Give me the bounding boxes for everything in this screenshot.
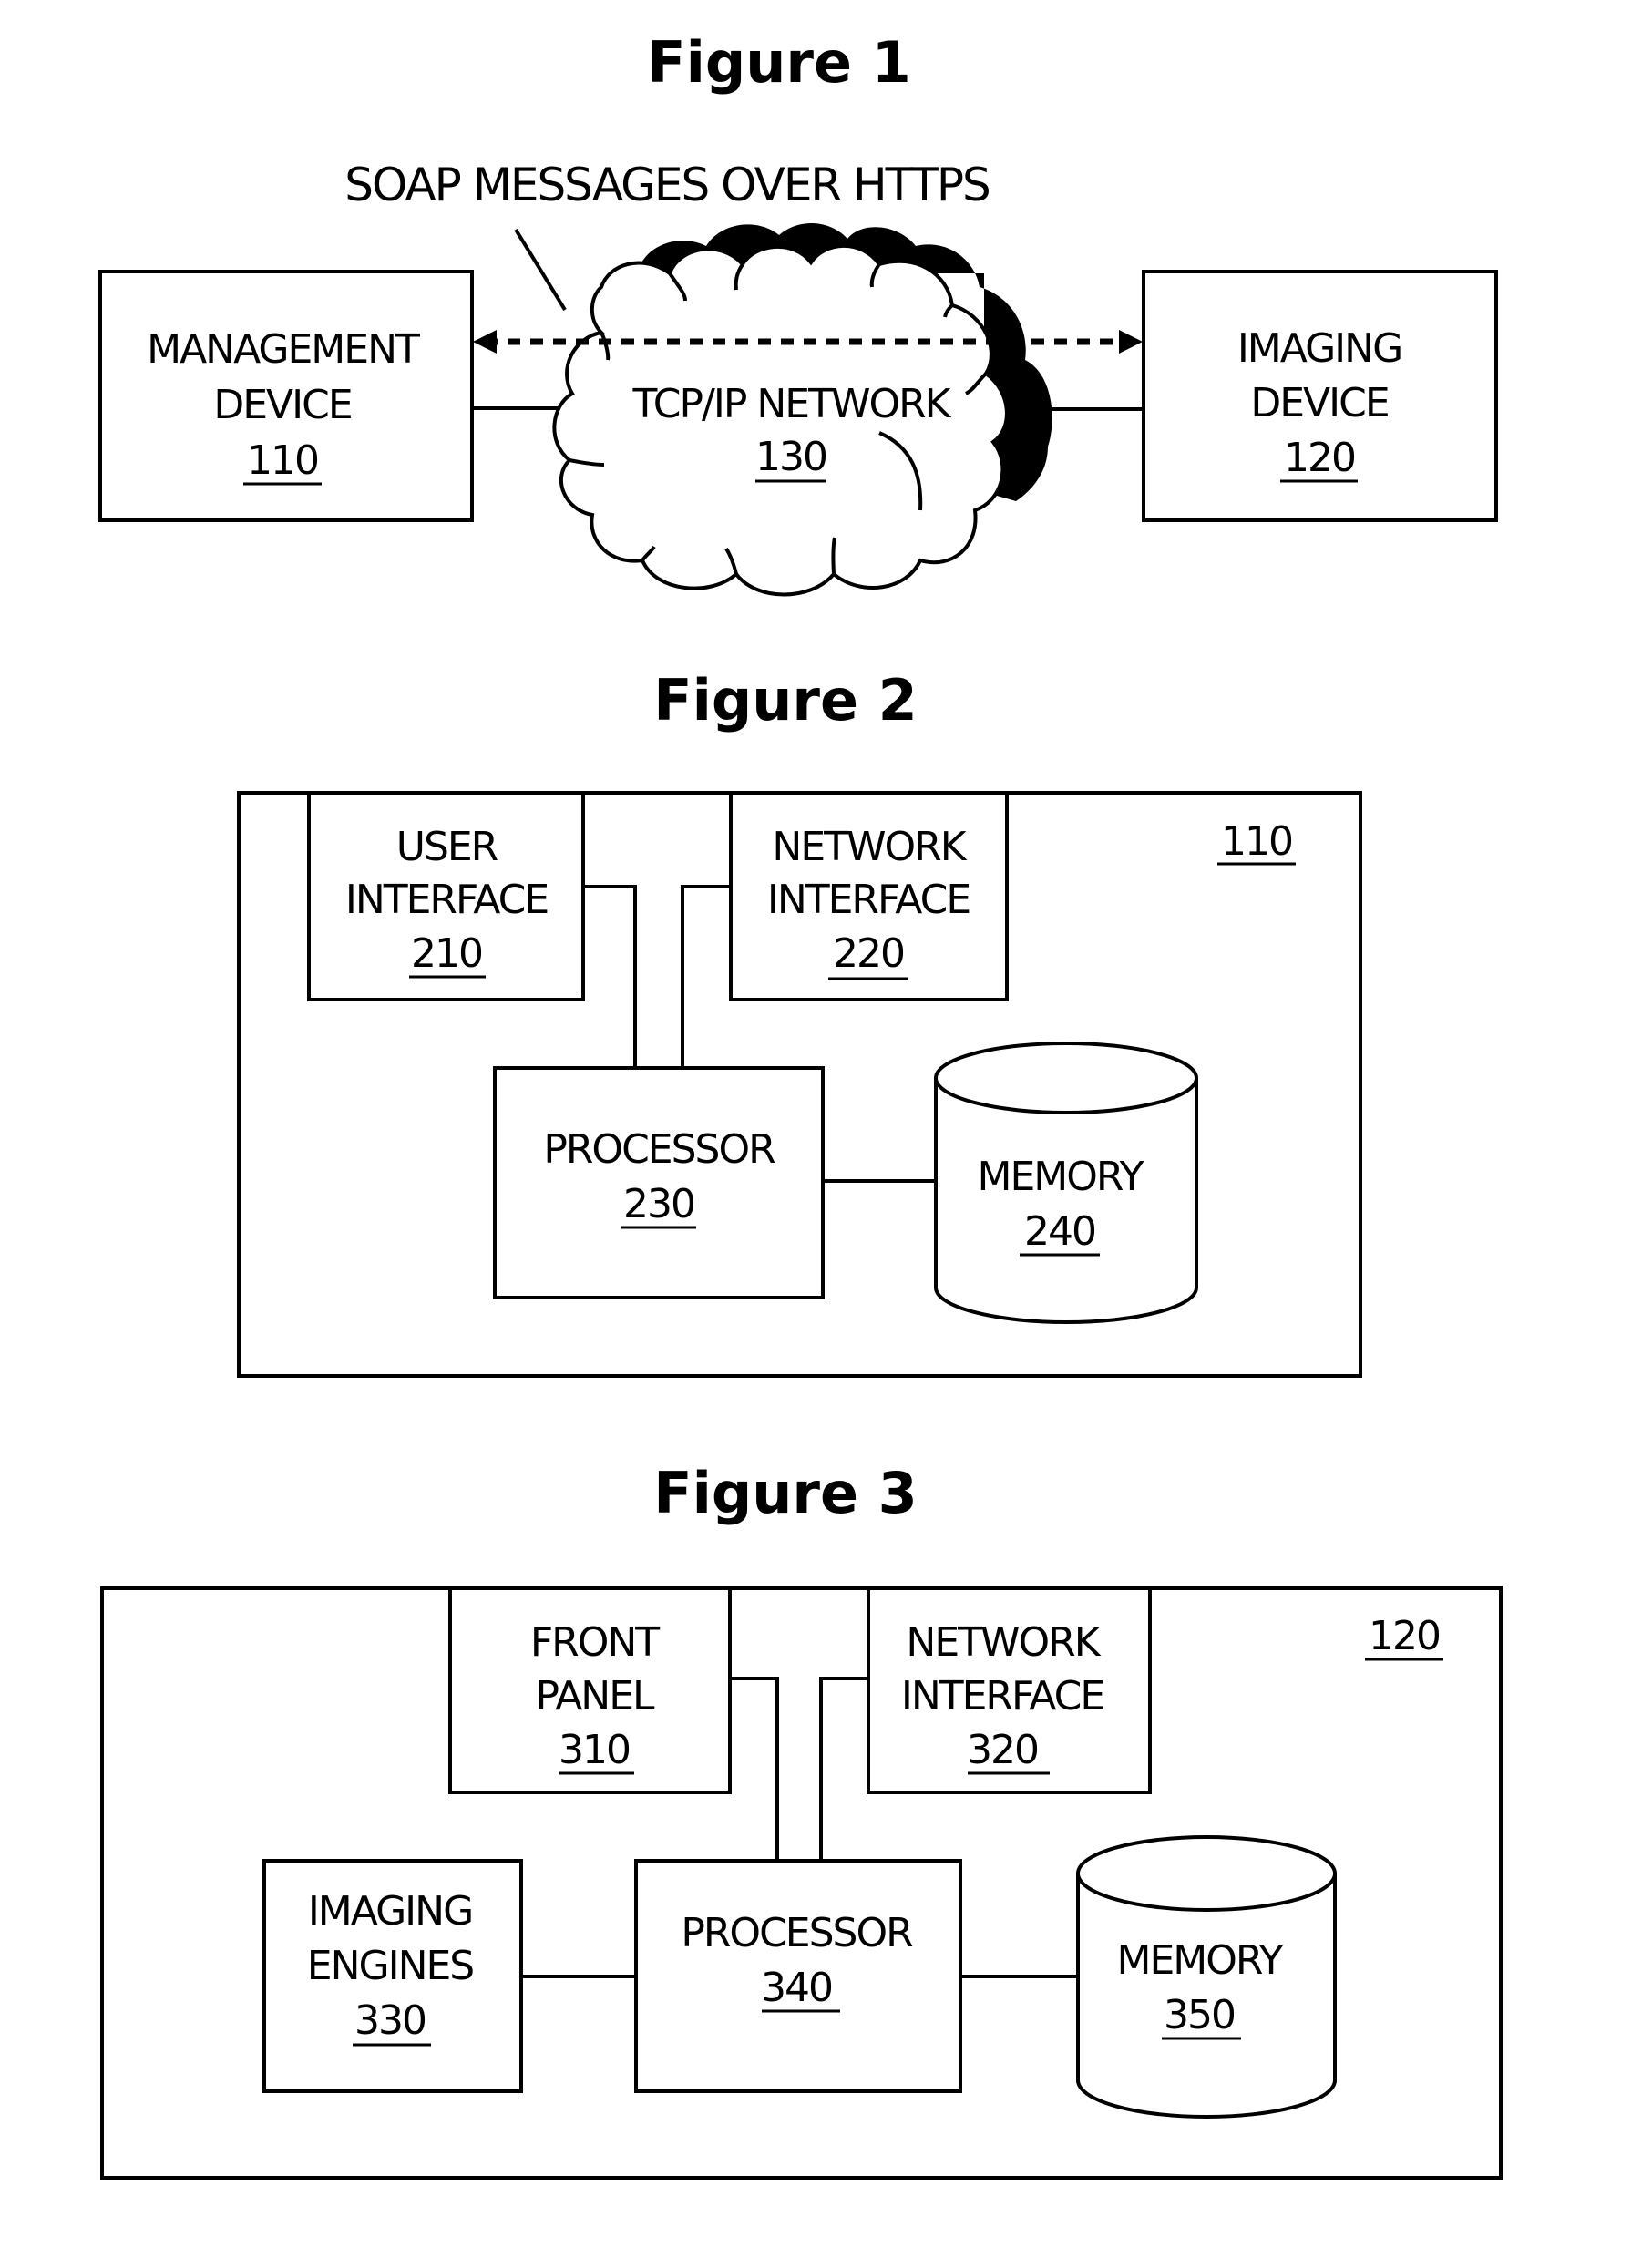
figure-3: Figure 3 120 FRONT PANEL 310 NETWORK INT… — [100, 1460, 1503, 2180]
network-interface-label-line2: INTERFACE — [767, 877, 970, 923]
container-ref: 120 — [1369, 1613, 1440, 1659]
management-device-label-line2: DEVICE — [213, 382, 351, 428]
memory-label: MEMORY — [978, 1154, 1144, 1200]
processor-ref: 340 — [761, 1965, 832, 2011]
patent-drawing-sheet: Figure 1 SOAP MESSAGES OVER HTTPS TCP/IP… — [98, 29, 1503, 2180]
figure-2: Figure 2 110 USER INTERFACE 210 NETWORK … — [237, 667, 1362, 1378]
memory-ref: 240 — [1024, 1208, 1095, 1255]
processor-label: PROCESSOR — [543, 1126, 775, 1173]
user-interface-box: USER INTERFACE 210 — [307, 791, 585, 1001]
network-interface-label-line1: NETWORK — [772, 824, 967, 870]
imaging-device-box: IMAGING DEVICE 120 — [1142, 270, 1498, 522]
user-interface-ref: 210 — [411, 930, 482, 977]
imaging-device-ref: 120 — [1284, 435, 1355, 481]
figure-2-title: Figure 2 — [653, 667, 917, 734]
network-interface-label-line1: NETWORK — [906, 1619, 1101, 1666]
figure-1: Figure 1 SOAP MESSAGES OVER HTTPS TCP/IP… — [98, 29, 1498, 597]
imaging-device-label-line2: DEVICE — [1250, 380, 1388, 426]
network-interface-ref: 220 — [833, 930, 904, 977]
imaging-engines-label-line2: ENGINES — [307, 1943, 474, 1989]
network-ref: 130 — [755, 434, 826, 480]
network-label: TCP/IP NETWORK — [631, 381, 951, 427]
network-interface-box: NETWORK INTERFACE 320 — [867, 1586, 1152, 1794]
network-interface-label-line2: INTERFACE — [901, 1673, 1103, 1719]
arrowhead-right-icon — [1119, 330, 1143, 354]
front-panel-label-line2: PANEL — [535, 1673, 655, 1719]
imaging-device-label-line1: IMAGING — [1237, 325, 1401, 372]
memory-ref: 350 — [1164, 1992, 1235, 2038]
cloud-detail — [831, 537, 836, 575]
memory-cylinder: MEMORY 350 — [1076, 1835, 1337, 2119]
figure-3-title: Figure 3 — [653, 1460, 917, 1526]
soap-annotation: SOAP MESSAGES OVER HTTPS — [344, 159, 990, 211]
memory-cylinder: MEMORY 240 — [934, 1042, 1198, 1324]
imaging-engines-box: IMAGING ENGINES 330 — [262, 1859, 523, 2093]
management-device-label-line1: MANAGEMENT — [147, 326, 420, 373]
imaging-engines-ref: 330 — [354, 1997, 426, 2044]
processor-label: PROCESSOR — [681, 1910, 913, 1956]
container-ref: 110 — [1221, 818, 1292, 865]
figure-1-title: Figure 1 — [647, 29, 910, 96]
front-panel-box: FRONT PANEL 310 — [448, 1586, 732, 1794]
management-device-ref: 110 — [247, 437, 318, 484]
user-interface-label-line2: INTERFACE — [345, 877, 548, 923]
annotation-leader-line — [514, 228, 567, 312]
management-device-box: MANAGEMENT DEVICE 110 — [98, 270, 474, 522]
processor-box: PROCESSOR 230 — [493, 1066, 825, 1299]
imaging-engines-label-line1: IMAGING — [308, 1888, 472, 1935]
processor-ref: 230 — [623, 1181, 694, 1227]
processor-box: PROCESSOR 340 — [634, 1859, 962, 2093]
network-interface-ref: 320 — [967, 1727, 1038, 1773]
network-interface-box: NETWORK INTERFACE 220 — [729, 791, 1009, 1001]
user-interface-label-line1: USER — [396, 824, 498, 870]
arrowhead-left-icon — [473, 330, 497, 354]
front-panel-label-line1: FRONT — [530, 1619, 660, 1666]
memory-label: MEMORY — [1117, 1937, 1284, 1984]
front-panel-ref: 310 — [559, 1727, 630, 1773]
